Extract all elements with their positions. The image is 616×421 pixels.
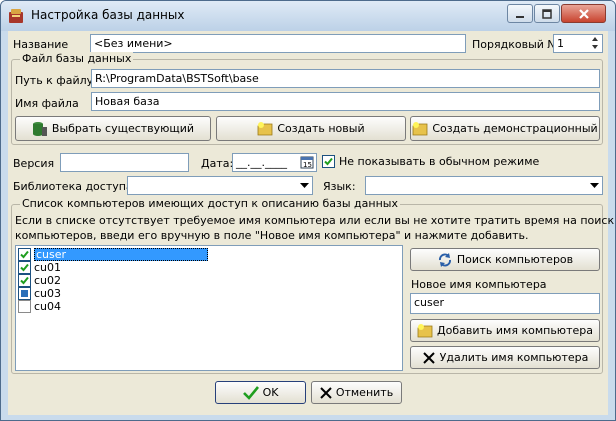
item-checkbox[interactable]: [18, 248, 31, 261]
item-label: cu04: [34, 300, 62, 313]
new-computer-name-input[interactable]: cuser: [410, 293, 600, 314]
create-demo-label: Создать демонстрационный: [432, 122, 598, 135]
name-input[interactable]: <Без имени>: [90, 34, 466, 53]
dialog-client: Название <Без имени> Порядковый № 1 Файл…: [8, 31, 614, 415]
item-label: cu01: [34, 261, 62, 274]
spinner-arrows[interactable]: [589, 35, 601, 51]
item-checkbox[interactable]: [18, 287, 31, 300]
close-icon: [578, 8, 589, 19]
new-folder-icon: [257, 121, 273, 135]
delete-computer-label: Удалить имя компьютера: [439, 351, 589, 364]
close-button[interactable]: [561, 4, 606, 23]
hint-line-2: компьютеров, введи его вручную в поле "Н…: [15, 229, 529, 242]
filename-input[interactable]: Новая база: [91, 92, 600, 111]
checkmark-icon: [242, 385, 259, 400]
calendar-button[interactable]: 15: [300, 155, 314, 171]
date-input[interactable]: __.__.____ 15: [232, 153, 317, 172]
computers-group: Список компьютеров имеющих доступ к опис…: [11, 197, 614, 374]
cancel-button[interactable]: Отменить: [311, 381, 402, 404]
create-demo-button[interactable]: Создать демонстрационный: [410, 116, 600, 141]
date-value: __.__.____: [236, 156, 287, 169]
search-computers-button[interactable]: Поиск компьютеров: [410, 248, 600, 271]
svg-text:15: 15: [303, 161, 312, 169]
maximize-icon: [542, 8, 552, 19]
file-group-title: Файл базы данных: [20, 52, 134, 65]
date-label: Дата:: [201, 157, 234, 170]
list-item[interactable]: cu03: [18, 287, 208, 300]
filename-label: Имя файла: [15, 97, 79, 110]
create-new-label: Создать новый: [277, 122, 365, 135]
computers-group-title: Список компьютеров имеющих доступ к опис…: [20, 197, 400, 210]
spinner-arrows-icon: [592, 37, 598, 49]
file-group: Файл базы данных Путь к файлу R:\Program…: [11, 52, 603, 145]
cancel-icon: [320, 386, 332, 399]
minimize-icon: [516, 15, 524, 18]
computer-list[interactable]: cuser cu01 cu02 cu03 cu04: [15, 245, 403, 371]
new-folder-icon: [412, 121, 428, 135]
new-folder-icon: [417, 323, 433, 337]
version-label: Версия: [13, 157, 55, 170]
list-item[interactable]: cu04: [18, 300, 208, 313]
delete-icon: [422, 351, 435, 364]
library-label: Библиотека доступа: [13, 180, 133, 193]
hide-checkbox-box[interactable]: [322, 155, 335, 168]
create-new-button[interactable]: Создать новый: [216, 116, 406, 141]
item-checkbox[interactable]: [18, 274, 31, 287]
database-icon: [32, 121, 47, 136]
path-input[interactable]: R:\ProgramData\BSTSoft\base: [91, 69, 600, 88]
checkmark-icon: [20, 263, 29, 272]
title-bar[interactable]: Настройка базы данных: [1, 1, 615, 31]
calendar-icon: 15: [300, 156, 314, 169]
list-item[interactable]: cu01: [18, 261, 208, 274]
window-title: Настройка базы данных: [31, 8, 185, 22]
minimize-button[interactable]: [507, 4, 533, 23]
order-spinner[interactable]: 1: [553, 34, 603, 53]
item-label: cu02: [34, 274, 62, 287]
delete-computer-button[interactable]: Удалить имя компьютера: [410, 346, 600, 369]
maximize-button[interactable]: [534, 4, 560, 23]
choose-existing-label: Выбрать существующий: [51, 122, 195, 135]
order-label: Порядковый №: [472, 38, 559, 51]
chevron-down-icon[interactable]: [296, 177, 312, 194]
app-icon: [9, 9, 23, 23]
name-label: Название: [13, 38, 69, 51]
refresh-icon: [438, 252, 451, 267]
hint-line-1: Если в списке отсутствует требуемое имя …: [15, 214, 615, 227]
list-item[interactable]: cu02: [18, 274, 208, 287]
library-select[interactable]: [127, 176, 313, 195]
checkmark-icon: [324, 157, 333, 166]
choose-existing-button[interactable]: Выбрать существующий: [15, 116, 211, 141]
add-computer-label: Добавить имя компьютера: [437, 324, 593, 337]
hide-checkbox-label: Не показывать в обычном режиме: [339, 155, 540, 168]
new-name-label: Новое имя компьютера: [411, 278, 547, 291]
search-computers-label: Поиск компьютеров: [456, 253, 574, 266]
version-input[interactable]: [60, 153, 189, 172]
dialog-window: Настройка базы данных Название <Без имен…: [0, 0, 616, 421]
indeterminate-icon: [21, 290, 28, 297]
chevron-down-icon[interactable]: [586, 177, 602, 194]
item-label: cu03: [34, 287, 62, 300]
item-checkbox[interactable]: [18, 261, 31, 274]
order-value: 1: [557, 37, 564, 50]
language-select[interactable]: [365, 176, 603, 195]
item-label: cuser: [34, 248, 208, 261]
list-item[interactable]: cuser: [18, 248, 208, 261]
checkmark-icon: [20, 250, 29, 259]
add-computer-button[interactable]: Добавить имя компьютера: [410, 319, 600, 342]
language-label: Язык:: [323, 180, 356, 193]
hide-checkbox[interactable]: Не показывать в обычном режиме: [322, 155, 539, 168]
ok-button[interactable]: OK: [215, 381, 306, 404]
path-label: Путь к файлу: [15, 74, 94, 87]
item-checkbox[interactable]: [18, 300, 31, 313]
checkmark-icon: [20, 276, 29, 285]
ok-label: OK: [262, 386, 279, 399]
cancel-label: Отменить: [335, 386, 394, 399]
